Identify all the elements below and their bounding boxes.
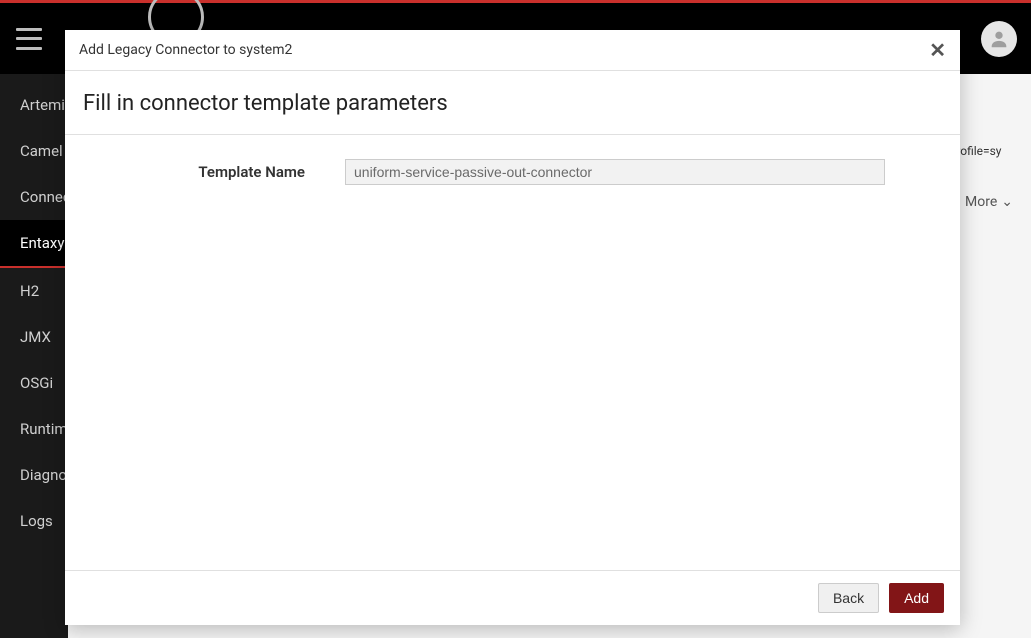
- user-icon: [988, 28, 1010, 50]
- sidebar-item-logs[interactable]: Logs: [0, 498, 68, 544]
- sidebar-item-label: Connect: [20, 188, 68, 206]
- modal-dialog: Add Legacy Connector to system2 ✕ Fill i…: [65, 30, 960, 625]
- background-content: s,profile=sy More ⌄: [961, 74, 1031, 224]
- more-dropdown[interactable]: More ⌄: [965, 194, 1013, 210]
- modal-body: Template Name: [65, 135, 960, 570]
- sidebar-item-label: Runtime: [20, 420, 68, 438]
- sidebar-item-label: OSGi: [20, 374, 53, 392]
- template-name-input[interactable]: [345, 159, 885, 185]
- sidebar-item-entaxy[interactable]: Entaxy: [0, 220, 68, 268]
- sidebar-item-label: Camel: [20, 142, 63, 160]
- modal-subheader: Fill in connector template parameters: [65, 71, 960, 135]
- modal-header: Add Legacy Connector to system2 ✕: [65, 30, 960, 71]
- add-button[interactable]: Add: [889, 583, 944, 613]
- template-name-label: Template Name: [105, 163, 305, 181]
- modal-subtitle: Fill in connector template parameters: [83, 91, 942, 116]
- avatar[interactable]: [981, 21, 1017, 57]
- sidebar-item-label: Diagnostics: [20, 466, 68, 484]
- sidebar-item-artemis[interactable]: Artemis: [0, 82, 68, 128]
- back-button[interactable]: Back: [818, 583, 879, 613]
- sidebar-item-label: H2: [20, 282, 39, 300]
- sidebar-item-camel[interactable]: Camel: [0, 128, 68, 174]
- sidebar-item-runtime[interactable]: Runtime: [0, 406, 68, 452]
- modal-footer: Back Add: [65, 570, 960, 625]
- sidebar: Artemis Camel Connect Entaxy H2 JMX OSGi…: [0, 74, 68, 638]
- form-row-template-name: Template Name: [105, 159, 920, 185]
- sidebar-item-label: Artemis: [20, 96, 68, 114]
- sidebar-item-connect[interactable]: Connect: [0, 174, 68, 220]
- sidebar-item-diagnostics[interactable]: Diagnostics: [0, 452, 68, 498]
- close-icon[interactable]: ✕: [929, 40, 946, 60]
- modal-title: Add Legacy Connector to system2: [79, 42, 292, 58]
- sidebar-item-h2[interactable]: H2: [0, 268, 68, 314]
- sidebar-item-label: Entaxy: [20, 234, 64, 252]
- more-label: More: [965, 194, 997, 210]
- sidebar-item-label: Logs: [20, 512, 53, 530]
- sidebar-item-jmx[interactable]: JMX: [0, 314, 68, 360]
- chevron-down-icon: ⌄: [1001, 194, 1013, 210]
- hamburger-icon[interactable]: [16, 28, 42, 50]
- sidebar-item-osgi[interactable]: OSGi: [0, 360, 68, 406]
- sidebar-item-label: JMX: [20, 328, 51, 346]
